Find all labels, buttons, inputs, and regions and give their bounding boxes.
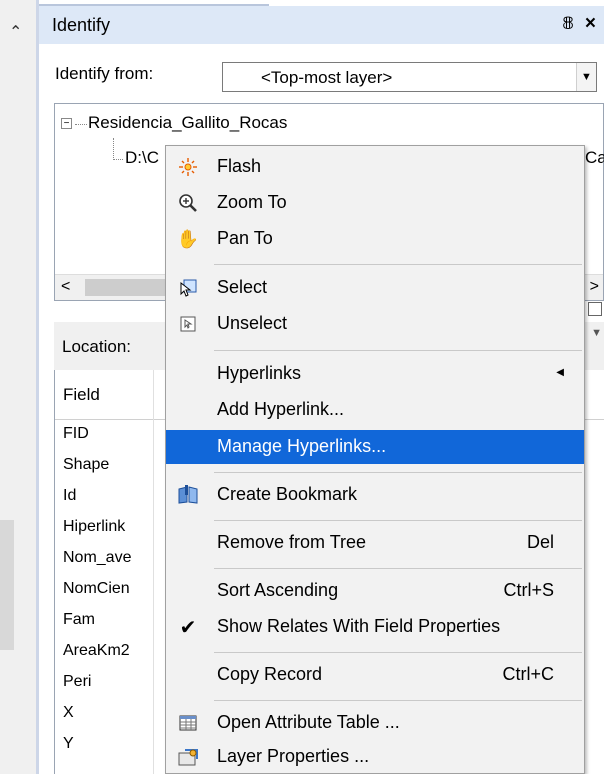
field-name: NomCien [63,580,130,597]
pan-hand-icon: ✋ [176,228,200,249]
menu-separator [214,520,582,521]
menu-item-zoom-to[interactable]: Zoom To [166,186,584,220]
menu-item-label: Select [217,277,268,297]
menu-item-copy-record[interactable]: Copy Record Ctrl+C [166,658,584,692]
title-bar[interactable]: Identify 𝟠 × [39,6,604,44]
scroll-right-icon[interactable]: > [590,278,599,296]
field-name: Y [63,735,74,752]
zoom-icon [176,191,200,215]
menu-separator [214,652,582,653]
menu-item-label: Flash [217,156,262,176]
menu-item-show-relates[interactable]: ✔ Show Relates With Field Properties [166,610,584,644]
tree-child-feature[interactable]: D:\C [125,148,159,168]
scroll-thumb[interactable] [85,279,165,296]
unselect-icon [176,312,200,336]
chevron-down-icon[interactable]: ▼ [576,63,596,91]
table-icon [176,711,200,735]
menu-item-label: Layer Properties ... [217,746,370,766]
field-name: Id [63,487,77,504]
window-icon[interactable] [588,302,602,316]
field-name: Peri [63,673,92,690]
identify-from-value: <Top-most layer> [261,68,393,87]
chevron-down-icon[interactable]: ▼ [591,327,602,339]
menu-item-label: Manage Hyperlinks... [217,436,387,456]
left-dock-strip: ⌃ [0,0,39,774]
menu-separator [214,568,582,569]
identify-from-dropdown[interactable]: <Top-most layer> ▼ [222,62,597,92]
menu-item-add-hyperlink[interactable]: Add Hyperlink... [166,393,584,427]
layer-properties-icon [176,745,200,769]
menu-item-label: Copy Record [217,664,323,684]
field-name: AreaKm2 [63,642,130,659]
pin-icon[interactable]: 𝟠 [562,14,574,34]
window-title: Identify [52,15,111,35]
field-name: Fam [63,611,95,628]
collapse-arrow-icon[interactable]: ⌃ [9,22,22,42]
shortcut-label: Ctrl+S [503,580,554,600]
select-icon [176,276,200,300]
menu-item-flash[interactable]: Flash [166,150,584,184]
tree-root-layer[interactable]: Residencia_Gallito_Rocas [88,113,287,133]
menu-item-label: Sort Ascending [217,580,339,600]
tree-connector [75,124,87,125]
checkmark-icon: ✔ [179,616,197,639]
flash-icon [176,155,200,179]
bookmark-icon [176,483,200,507]
tree-connector [113,138,114,160]
field-name: Nom_ave [63,549,132,566]
menu-item-label: Hyperlinks [217,363,302,383]
menu-item-label: Pan To [217,228,273,248]
menu-item-pan-to[interactable]: ✋ Pan To [166,222,584,256]
menu-item-create-bookmark[interactable]: Create Bookmark [166,478,584,512]
menu-item-layer-properties[interactable]: Layer Properties ... [166,740,584,774]
context-menu: Flash Zoom To ✋ Pan To Select Unselect H… [165,145,585,774]
menu-item-sort-ascending[interactable]: Sort Ascending Ctrl+S [166,574,584,608]
field-name: FID [63,425,89,442]
submenu-arrow-icon: ◀ [556,367,564,378]
scroll-left-icon[interactable]: < [61,278,70,296]
field-name: X [63,704,74,721]
shortcut-label: Ctrl+C [502,664,554,684]
menu-item-remove-from-tree[interactable]: Remove from Tree Del [166,526,584,560]
menu-item-label: Unselect [217,313,288,333]
menu-separator [214,350,582,351]
field-column-header[interactable]: Field [63,385,100,405]
menu-item-manage-hyperlinks[interactable]: Manage Hyperlinks... [166,430,584,464]
menu-separator [214,472,582,473]
shortcut-label: Del [526,532,554,552]
menu-item-label: Zoom To [217,192,287,212]
menu-item-select[interactable]: Select [166,271,584,305]
dock-shade [0,520,14,650]
tree-connector [113,159,123,160]
menu-item-label: Add Hyperlink... [217,399,345,419]
menu-item-hyperlinks[interactable]: Hyperlinks ◀ [166,357,584,391]
identify-from-label: Identify from: [55,64,154,83]
menu-item-label: Open Attribute Table ... [217,712,400,732]
menu-item-unselect[interactable]: Unselect [166,307,584,341]
tree-child-feature-tail: Ca [585,148,604,167]
field-name: Shape [63,456,110,473]
menu-separator [214,264,582,265]
location-label: Location: [62,337,131,356]
field-name: Hiperlink [63,518,126,535]
menu-item-label: Show Relates With Field Properties [217,616,501,636]
close-button[interactable]: × [585,13,596,35]
collapse-node-icon[interactable]: − [61,118,72,129]
menu-item-label: Remove from Tree [217,532,367,552]
menu-item-open-attribute-table[interactable]: Open Attribute Table ... [166,706,584,740]
menu-item-label: Create Bookmark [217,484,358,504]
menu-separator [214,700,582,701]
